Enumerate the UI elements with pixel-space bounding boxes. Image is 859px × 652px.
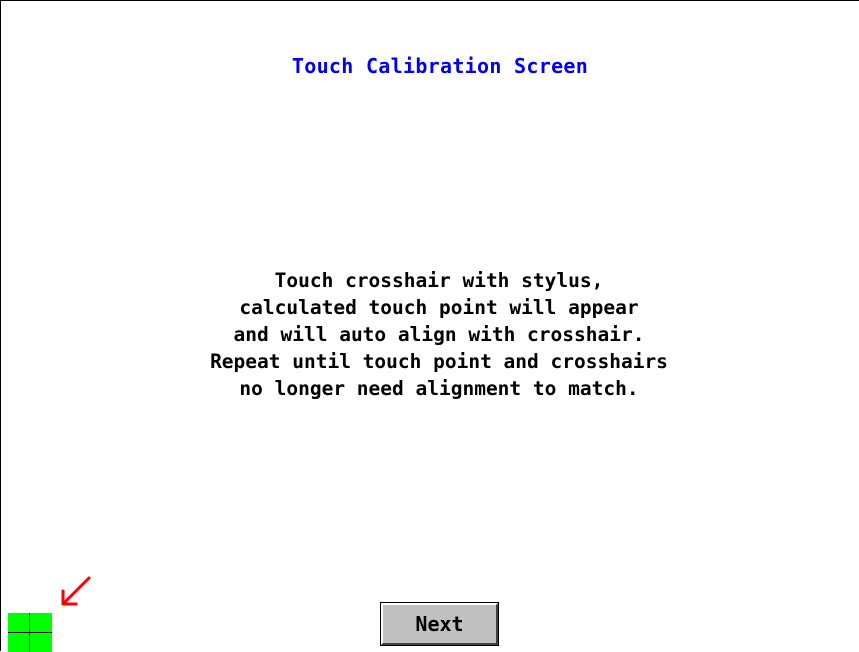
instruction-line: Repeat until touch point and crosshairs (210, 350, 668, 373)
instruction-line: and will auto align with crosshair. (233, 323, 645, 346)
instruction-line: Touch crosshair with stylus, (274, 269, 604, 292)
crosshair-target-icon[interactable] (8, 613, 52, 652)
instructions-text: Touch crosshair with stylus, calculated … (1, 267, 859, 402)
page-title: Touch Calibration Screen (291, 54, 589, 78)
crosshair-vertical-line (29, 613, 30, 652)
instruction-line: no longer need alignment to match. (239, 377, 639, 400)
next-button[interactable]: Next (380, 602, 499, 646)
instruction-line: calculated touch point will appear (239, 296, 639, 319)
calibration-screen[interactable]: Touch Calibration Screen Touch crosshair… (0, 0, 859, 652)
arrow-down-left-icon (61, 576, 91, 606)
crosshair-horizontal-line (8, 632, 52, 633)
